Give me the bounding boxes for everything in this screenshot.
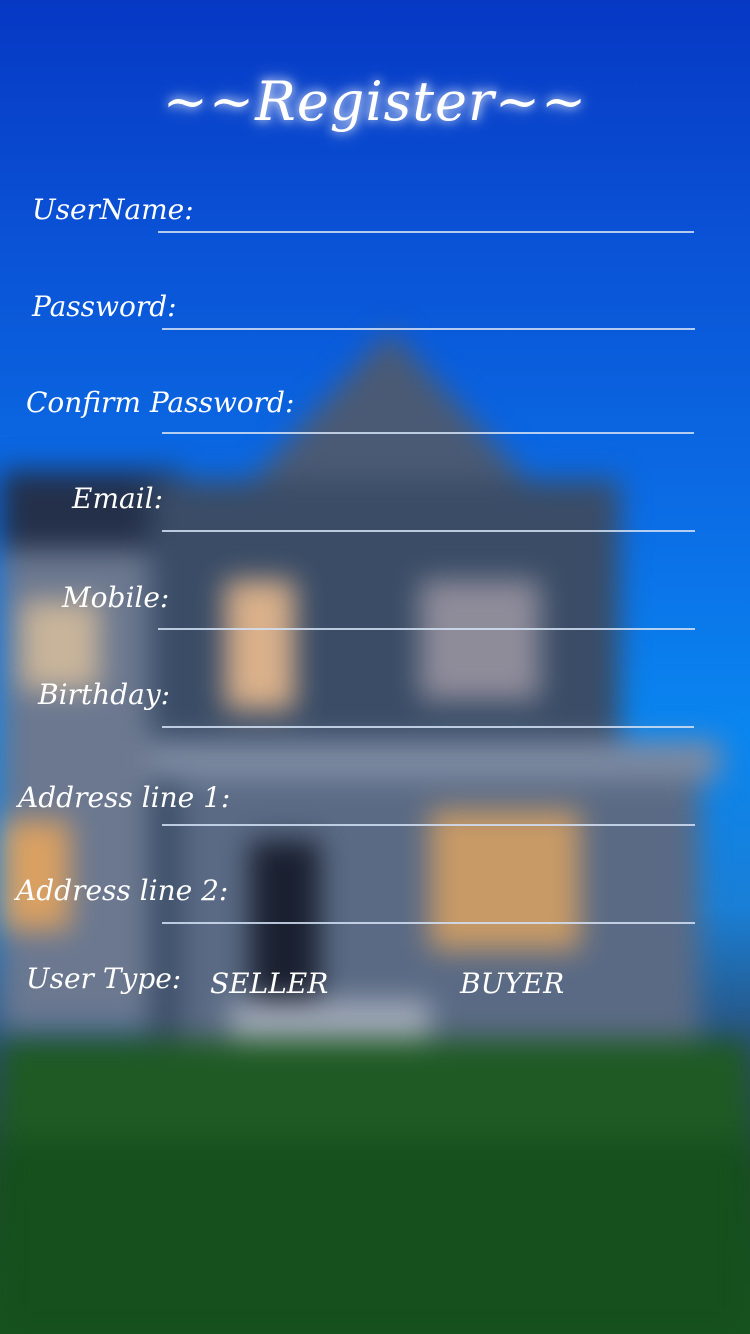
user-type-label: User Type:	[26, 962, 182, 995]
email-row: Email:	[0, 482, 750, 542]
birthday-input[interactable]	[162, 688, 694, 728]
password-row: Password:	[0, 290, 750, 350]
mobile-input[interactable]	[158, 590, 695, 630]
address-line-1-row: Address line 1:	[0, 781, 750, 841]
mobile-row: Mobile:	[0, 581, 750, 641]
confirm-password-row: Confirm Password:	[0, 386, 750, 446]
address-line-1-input[interactable]	[162, 786, 695, 826]
user-type-row: User Type: SELLER BUYER	[0, 962, 750, 1012]
username-row: UserName:	[0, 193, 750, 253]
seller-option-button[interactable]: SELLER	[210, 967, 328, 1000]
birthday-label: Birthday:	[38, 678, 171, 711]
password-input[interactable]	[162, 290, 695, 330]
username-input[interactable]	[158, 193, 694, 233]
birthday-row: Birthday:	[0, 678, 750, 738]
confirm-password-input[interactable]	[162, 394, 694, 434]
email-input[interactable]	[162, 492, 695, 532]
buyer-option-button[interactable]: BUYER	[460, 967, 564, 1000]
email-label: Email:	[72, 482, 164, 515]
mobile-label: Mobile:	[62, 581, 170, 614]
address-line-2-input[interactable]	[162, 884, 695, 924]
password-label: Password:	[32, 290, 177, 323]
page-title: ~~Register~~	[162, 70, 588, 133]
address-line-2-row: Address line 2:	[0, 874, 750, 934]
